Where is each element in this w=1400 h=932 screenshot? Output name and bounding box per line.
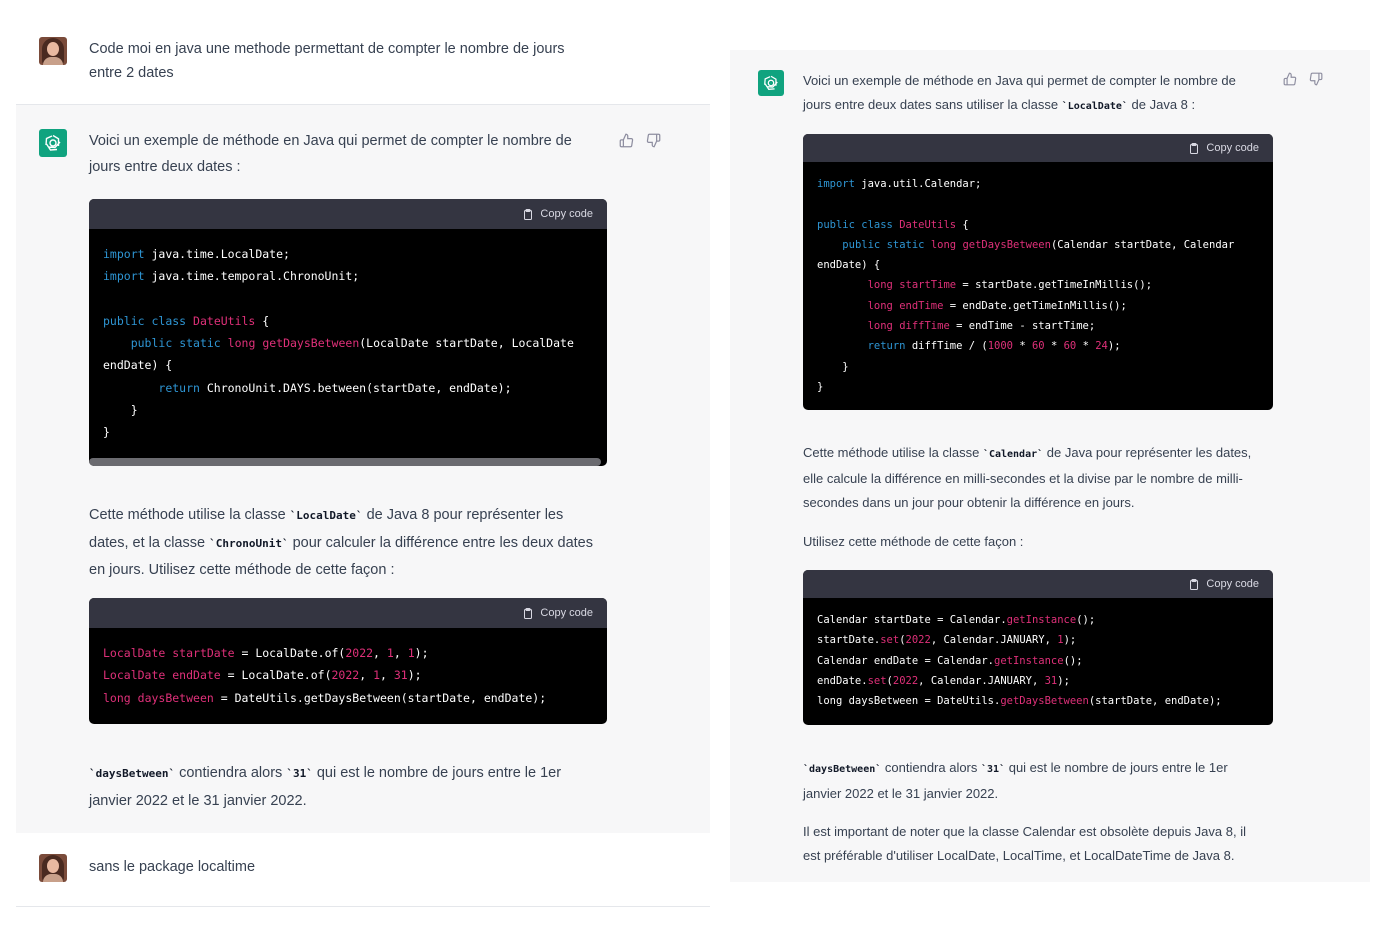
assistant-message: Voici un exemple de méthode en Java qui … <box>16 104 710 834</box>
code-block-dateutils: Copy code import java.time.LocalDate; im… <box>89 199 607 466</box>
thumbs-up-icon[interactable] <box>1283 72 1297 86</box>
thumbs-down-icon[interactable] <box>646 133 661 148</box>
code-content: import java.time.LocalDate; import java.… <box>103 247 574 440</box>
assistant-intro: Voici un exemple de méthode en Java qui … <box>803 73 1236 112</box>
code-block-header: Copy code <box>89 199 607 229</box>
code-content: import java.util.Calendar; public class … <box>817 178 1235 393</box>
chatgpt-logo-icon <box>39 129 67 157</box>
thumbs-down-icon[interactable] <box>1309 72 1323 86</box>
copy-code-button[interactable]: Copy code <box>540 208 593 220</box>
thumbs-up-icon[interactable] <box>619 133 634 148</box>
copy-code-button[interactable]: Copy code <box>540 607 593 619</box>
assistant-intro-line-1: Voici un exemple de méthode en Java qui … <box>89 133 572 149</box>
assistant-intro: Voici un exemple de méthode en Java qui … <box>89 129 609 179</box>
clipboard-icon <box>524 208 533 220</box>
user-message: sans le package localtime <box>16 833 710 907</box>
horizontal-scrollbar[interactable] <box>89 458 601 466</box>
assistant-note: Il est important de noter que la classe … <box>803 824 1246 863</box>
left-conversation-panel: Code moi en java une methode permettant … <box>16 0 710 916</box>
copy-code-button[interactable]: Copy code <box>1206 578 1259 590</box>
user-message-text: sans le package localtime <box>89 859 256 875</box>
code-block-header: Copy code <box>89 598 607 628</box>
user-avatar <box>39 37 67 65</box>
feedback-buttons <box>1283 72 1323 86</box>
user-avatar <box>39 854 67 882</box>
user-message: Code moi en java une methode permettant … <box>16 0 710 104</box>
assistant-explanation: Cette méthode utilise la classe `LocalDa… <box>89 507 593 578</box>
assistant-explanation: Cette méthode utilise la classe `Calenda… <box>803 445 1252 510</box>
code-block-usage-calendar: Copy code Calendar startDate = Calendar.… <box>803 570 1273 725</box>
assistant-result: `daysBetween` contiendra alors `31` qui … <box>89 765 562 809</box>
copy-code-button[interactable]: Copy code <box>1206 142 1259 154</box>
assistant-usage-intro: Utilisez cette méthode de cette façon : <box>803 534 1024 549</box>
code-block-header: Copy code <box>803 570 1273 598</box>
code-block-dateutils-calendar: Copy code import java.util.Calendar; pub… <box>803 134 1273 410</box>
code-content: Calendar startDate = Calendar.getInstanc… <box>817 614 1222 708</box>
user-message-text: Code moi en java une methode permettant … <box>89 41 565 81</box>
assistant-intro-line-2: jours entre deux dates : <box>89 159 241 175</box>
assistant-result: `daysBetween` contiendra alors `31` qui … <box>803 760 1228 801</box>
right-assistant-message: Voici un exemple de méthode en Java qui … <box>730 50 1370 882</box>
clipboard-icon <box>1190 578 1199 590</box>
code-content: LocalDate startDate = LocalDate.of(2022,… <box>103 646 547 705</box>
feedback-buttons <box>619 133 661 148</box>
clipboard-icon <box>524 607 533 619</box>
code-block-usage: Copy code LocalDate startDate = LocalDat… <box>89 598 607 724</box>
chatgpt-logo-icon <box>758 70 784 96</box>
clipboard-icon <box>1190 142 1199 154</box>
code-block-header: Copy code <box>803 134 1273 162</box>
